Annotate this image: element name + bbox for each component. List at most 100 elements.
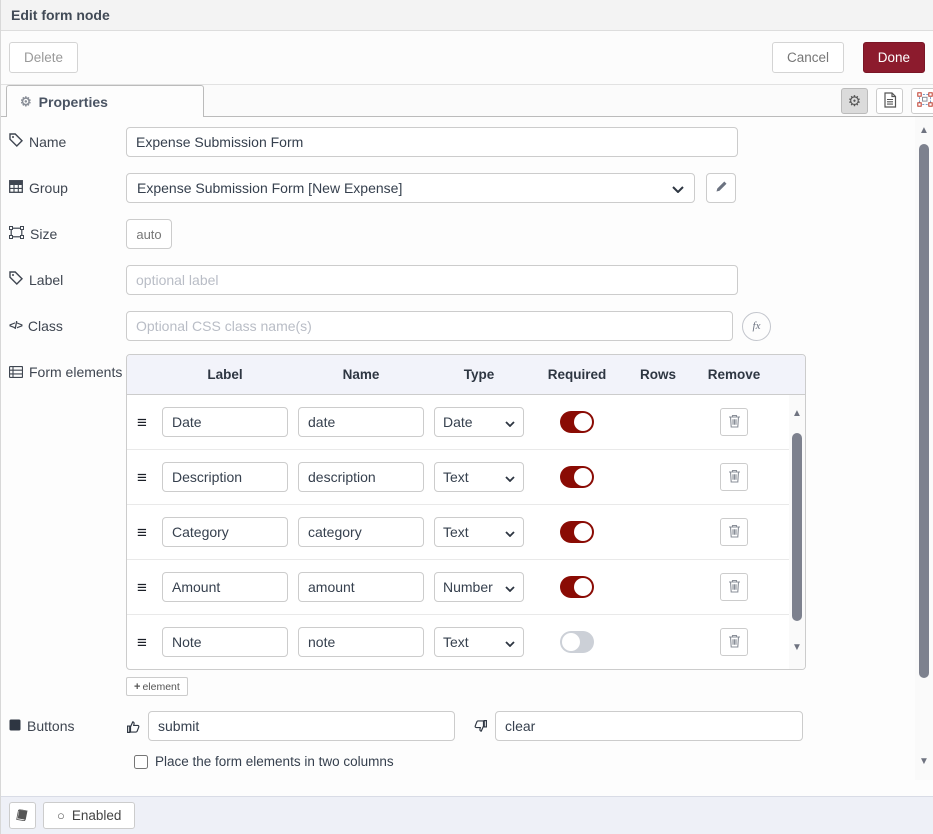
remove-element-button[interactable] (720, 408, 748, 436)
required-toggle[interactable] (560, 411, 594, 433)
node-enabled-button[interactable]: ○ Enabled (43, 802, 135, 829)
required-toggle[interactable] (560, 521, 594, 543)
table-scrollbar[interactable]: ▲ ▼ (789, 395, 805, 669)
panel-scrollbar[interactable]: ▲ ▼ (915, 117, 933, 780)
required-toggle[interactable] (560, 576, 594, 598)
properties-pane-button[interactable]: ⚙ (841, 88, 868, 114)
clear-button-label-input[interactable] (495, 711, 803, 741)
scroll-up-icon[interactable]: ▲ (915, 126, 933, 136)
list-icon (9, 365, 23, 382)
col-name: Name (293, 367, 429, 382)
element-label-input[interactable] (162, 407, 288, 437)
drag-handle-icon[interactable]: ≡ (127, 634, 157, 651)
scrollbar-thumb[interactable] (792, 433, 802, 621)
element-type-select[interactable]: Text (434, 627, 524, 657)
class-label: </> Class (9, 318, 126, 335)
label-input[interactable] (126, 265, 738, 295)
size-auto-button[interactable]: auto (126, 219, 172, 249)
table-row: ≡ Text (127, 505, 789, 560)
element-label-input[interactable] (162, 627, 288, 657)
node-help-button[interactable] (9, 802, 36, 829)
scroll-up-icon[interactable]: ▲ (789, 409, 805, 419)
add-element-button[interactable]: + element (126, 677, 188, 696)
chevron-down-icon (505, 579, 515, 595)
gear-icon: ⚙ (848, 92, 861, 110)
two-columns-label[interactable]: Place the form elements in two columns (155, 754, 394, 769)
tab-bar: ⚙ Properties ⚙ (1, 84, 933, 117)
remove-element-button[interactable] (720, 463, 748, 491)
name-row: Name (9, 127, 907, 157)
delete-button[interactable]: Delete (9, 42, 78, 73)
element-name-input[interactable] (298, 462, 424, 492)
col-label: Label (157, 367, 293, 382)
two-columns-checkbox[interactable] (134, 755, 148, 769)
element-label-input[interactable] (162, 517, 288, 547)
scrollbar-thumb[interactable] (919, 144, 929, 678)
buttons-row: Buttons (9, 711, 907, 741)
chevron-down-icon (505, 524, 515, 540)
element-name-input[interactable] (298, 572, 424, 602)
remove-element-button[interactable] (720, 628, 748, 656)
element-label-input[interactable] (162, 572, 288, 602)
edit-group-button[interactable] (706, 173, 736, 203)
element-label-input[interactable] (162, 462, 288, 492)
remove-element-button[interactable] (720, 518, 748, 546)
required-toggle[interactable] (560, 631, 594, 653)
properties-panel: Name Group Expense Submission Form [New … (1, 117, 933, 796)
document-icon (883, 92, 897, 111)
cancel-button[interactable]: Cancel (772, 42, 844, 73)
col-required: Required (529, 367, 625, 382)
submit-button-label-input[interactable] (148, 711, 455, 741)
form-elements-editor: Label Name Type Required Rows Remove ≡ (126, 357, 806, 696)
label-row: Label (9, 265, 907, 295)
pencil-icon (715, 180, 728, 196)
name-input[interactable] (126, 127, 738, 157)
trash-icon (728, 634, 741, 651)
edit-form-node-dialog: Edit form node Delete Cancel Done ⚙ Prop… (0, 0, 933, 834)
group-row: Group Expense Submission Form [New Expen… (9, 173, 907, 203)
gear-icon: ⚙ (20, 94, 32, 110)
table-body: ≡ Date ≡ (127, 395, 805, 669)
element-name-input[interactable] (298, 517, 424, 547)
element-name-input[interactable] (298, 627, 424, 657)
element-type-select[interactable]: Text (434, 517, 524, 547)
scroll-down-icon[interactable]: ▼ (915, 757, 933, 767)
description-pane-button[interactable] (876, 88, 903, 114)
element-type-select[interactable]: Date (434, 407, 524, 437)
tab-tools: ⚙ (841, 88, 933, 114)
dialog-header: Edit form node (1, 0, 933, 31)
dialog-footer: ○ Enabled (1, 796, 933, 834)
dialog-title: Edit form node (11, 7, 110, 23)
col-rows: Rows (625, 367, 691, 382)
remove-element-button[interactable] (720, 573, 748, 601)
thumbs-up-icon (126, 719, 141, 734)
tab-properties[interactable]: ⚙ Properties (6, 85, 204, 118)
drag-handle-icon[interactable]: ≡ (127, 579, 157, 596)
group-select[interactable]: Expense Submission Form [New Expense] (126, 173, 695, 203)
fx-icon[interactable]: fx (742, 312, 771, 341)
appearance-pane-button[interactable] (911, 88, 933, 114)
drag-handle-icon[interactable]: ≡ (127, 469, 157, 486)
col-type: Type (429, 367, 529, 382)
table-row: ≡ Number (127, 560, 789, 615)
class-row: </> Class fx (9, 311, 907, 341)
table-icon (9, 180, 23, 197)
done-button[interactable]: Done (863, 42, 925, 73)
code-icon: </> (9, 318, 22, 335)
label-label: Label (9, 271, 126, 289)
element-type-select[interactable]: Number (434, 572, 524, 602)
class-input[interactable] (126, 311, 733, 341)
drag-handle-icon[interactable]: ≡ (127, 414, 157, 431)
element-type-select[interactable]: Text (434, 462, 524, 492)
element-name-input[interactable] (298, 407, 424, 437)
buttons-label: Buttons (9, 718, 126, 735)
trash-icon (728, 414, 741, 431)
thumbs-down-icon (473, 719, 488, 734)
plus-icon: + (134, 681, 140, 693)
two-columns-option: Place the form elements in two columns (134, 754, 907, 769)
trash-icon (728, 469, 741, 486)
drag-handle-icon[interactable]: ≡ (127, 524, 157, 541)
trash-icon (728, 579, 741, 596)
scroll-down-icon[interactable]: ▼ (789, 643, 805, 653)
required-toggle[interactable] (560, 466, 594, 488)
